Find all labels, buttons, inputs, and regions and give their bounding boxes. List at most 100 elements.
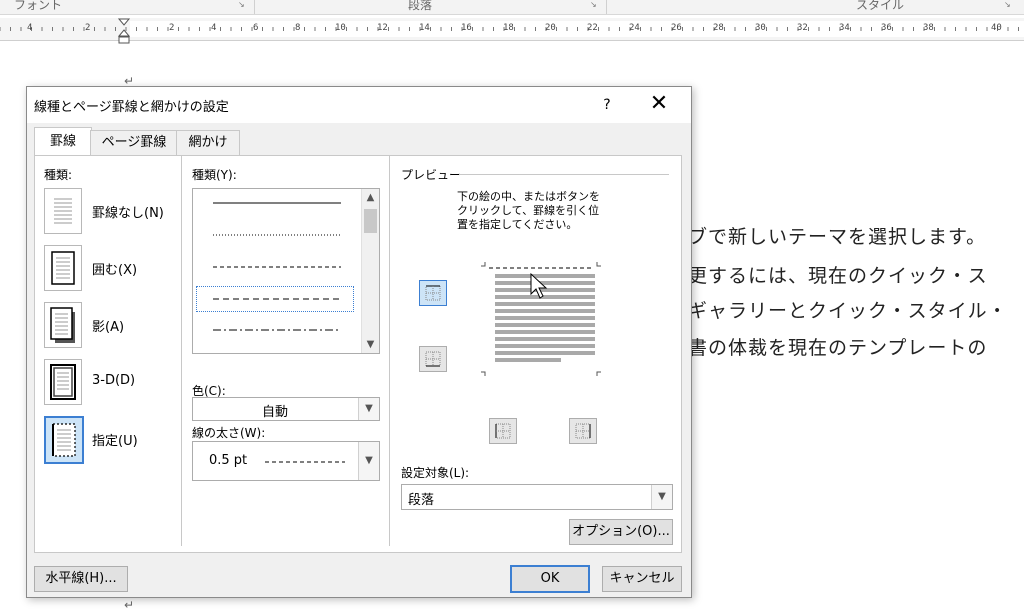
chevron-down-icon[interactable]: ▼	[358, 398, 379, 420]
styles-dialog-launcher-icon[interactable]: ↘	[1004, 0, 1011, 9]
document-line: ブで新しいテーマを選択します。	[688, 226, 987, 248]
options-button[interactable]: オプション(O)...	[569, 519, 673, 545]
tab-page-border[interactable]: ページ罫線	[90, 130, 178, 155]
color-value: 自動	[261, 405, 288, 420]
ribbon-divider	[606, 0, 607, 14]
dialog-titlebar[interactable]: 線種とページ罫線と網かけの設定 ? ✕	[27, 87, 691, 123]
tab-shading[interactable]: 網かけ	[176, 130, 240, 155]
document-line: 書の体裁を現在のテンプレートの	[688, 337, 988, 359]
top-border-icon	[425, 285, 441, 301]
setting-3d-icon	[44, 359, 82, 405]
scrollbar-thumb[interactable]	[364, 209, 377, 233]
ruler-number: 28	[713, 23, 724, 33]
setting-shadow[interactable]: 影(A)	[44, 302, 174, 348]
ruler-number: 24	[629, 23, 640, 33]
color-dropdown[interactable]: 自動 ▼	[192, 397, 380, 421]
preview-instruction: 下の絵の中、またはボタンを クリックして、罫線を引く位 置を指定してください。	[457, 190, 600, 232]
ribbon-group-font: フォント	[14, 0, 63, 12]
line-style-list[interactable]: ▲ ▼	[192, 188, 380, 354]
scroll-up-icon[interactable]: ▲	[362, 189, 379, 206]
ruler-number: 2	[169, 23, 175, 33]
apply-to-value: 段落	[408, 493, 435, 508]
help-button[interactable]: ?	[595, 93, 619, 117]
setting-label: 種類:	[44, 168, 73, 182]
document-line: 更するには、現在のクイック・ス	[688, 265, 988, 287]
setting-shadow-label: 影(A)	[92, 320, 125, 335]
ruler-number: 10	[335, 23, 346, 33]
right-border-button[interactable]	[569, 418, 597, 444]
indent-marker-icon[interactable]	[118, 18, 130, 44]
chevron-down-icon[interactable]: ▼	[651, 485, 672, 509]
scroll-down-icon[interactable]: ▼	[362, 336, 379, 353]
ruler-number: 12	[377, 23, 388, 33]
preview-instruction-line: 置を指定してください。	[457, 218, 578, 231]
ribbon-divider	[254, 0, 255, 14]
setting-box[interactable]: 囲む(X)	[44, 245, 174, 291]
apply-to-label: 設定対象(L):	[401, 466, 470, 480]
ok-button[interactable]: OK	[510, 565, 590, 593]
line-style-scrollbar[interactable]: ▲ ▼	[361, 189, 379, 353]
ruler-number: 30	[755, 23, 766, 33]
setting-box-label: 囲む(X)	[92, 263, 138, 278]
line-width-dropdown[interactable]: 0.5 pt ▼	[192, 441, 380, 481]
ruler-number: 40	[991, 23, 1002, 33]
ribbon-group-paragraph: 段落	[408, 0, 433, 12]
left-border-button[interactable]	[489, 418, 517, 444]
ruler-number: 36	[881, 23, 892, 33]
document-line: ギャラリーとクイック・スタイル・	[688, 300, 1008, 322]
paragraph-dialog-launcher-icon[interactable]: ↘	[590, 0, 597, 9]
width-label: 線の太さ(W):	[192, 426, 266, 440]
ribbon-strip: フォント ↘ 段落 ↘ スタイル ↘	[0, 0, 1024, 15]
horizontal-line-button[interactable]: 水平線(H)...	[34, 566, 128, 592]
close-button[interactable]: ✕	[645, 91, 673, 117]
font-dialog-launcher-icon[interactable]: ↘	[238, 0, 245, 9]
tab-borders[interactable]: 罫線	[34, 127, 92, 156]
border-preview[interactable]	[479, 260, 609, 380]
ruler-number: 34	[839, 23, 850, 33]
paragraph-mark-icon: ↵	[124, 598, 135, 612]
setting-3d[interactable]: 3-D(D)	[44, 359, 174, 405]
ruler-number: 22	[587, 23, 598, 33]
preview-instruction-line: クリックして、罫線を引く位	[457, 204, 600, 217]
ruler-number: 4	[211, 23, 217, 33]
setting-custom-label: 指定(U)	[92, 434, 138, 449]
horizontal-ruler[interactable]: 4 2 2 4 6 8 10 12 14 16 18 20 22 24 26 2…	[0, 18, 1024, 41]
preview-divider	[459, 174, 669, 175]
ruler-number: 16	[461, 23, 472, 33]
line-width-value: 0.5 pt	[209, 453, 248, 468]
borders-and-shading-dialog: 線種とページ罫線と網かけの設定 ? ✕ 罫線 ページ罫線 網かけ 種類: 罫線な…	[26, 86, 692, 598]
ruler-number: 6	[253, 23, 259, 33]
setting-none[interactable]: 罫線なし(N)	[44, 188, 174, 234]
setting-3d-label: 3-D(D)	[92, 373, 136, 388]
ruler-number: 38	[923, 23, 934, 33]
ruler-number: 18	[503, 23, 514, 33]
bottom-border-button[interactable]	[419, 346, 447, 372]
line-width-sample	[265, 461, 345, 463]
apply-to-dropdown[interactable]: 段落 ▼	[401, 484, 673, 510]
ruler-number: 14	[419, 23, 430, 33]
top-border-button[interactable]	[419, 280, 447, 306]
setting-box-icon	[44, 245, 82, 291]
ruler-number: 8	[295, 23, 301, 33]
ruler-number: 2	[85, 23, 91, 33]
ribbon-group-styles: スタイル	[856, 0, 905, 12]
divider	[181, 156, 182, 546]
ruler-number: 4	[27, 23, 33, 33]
ruler-number: 20	[545, 23, 556, 33]
setting-none-label: 罫線なし(N)	[92, 206, 164, 221]
right-border-icon	[575, 423, 591, 439]
setting-shadow-icon	[44, 302, 82, 348]
divider	[389, 156, 390, 546]
chevron-down-icon[interactable]: ▼	[358, 442, 379, 480]
setting-custom[interactable]: 指定(U)	[44, 416, 174, 464]
ruler-number: 26	[671, 23, 682, 33]
ruler-number: 32	[797, 23, 808, 33]
bottom-border-icon	[425, 351, 441, 367]
cancel-button[interactable]: キャンセル	[602, 566, 682, 592]
line-style-selection	[196, 286, 354, 312]
setting-custom-icon	[44, 416, 84, 464]
left-border-icon	[495, 423, 511, 439]
preview-label: プレビュー	[401, 168, 462, 182]
setting-none-icon	[44, 188, 82, 234]
preview-instruction-line: 下の絵の中、またはボタンを	[457, 190, 600, 203]
